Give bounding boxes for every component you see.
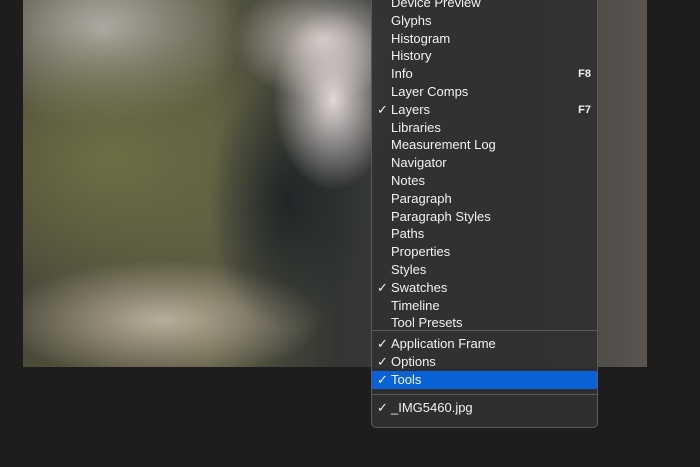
menu-separator [372,330,597,331]
menu-item-paragraph-styles[interactable]: Paragraph Styles [372,208,597,226]
menu-item-info[interactable]: Info F8 [372,65,597,83]
shortcut-label: F7 [578,103,591,116]
menu-item-label: Application Frame [391,336,496,351]
menu-item-label: Glyphs [391,12,432,28]
menu-item-label: Swatches [391,279,448,295]
menu-item-notes[interactable]: Notes [372,172,597,190]
menu-item-label: Paragraph [391,190,452,206]
menu-item-label: Paths [391,226,425,242]
menu-item-label: Navigator [391,155,447,171]
menu-item-navigator[interactable]: Navigator [372,154,597,172]
menu-item-label: Styles [391,262,427,277]
menu-item-img5460-jpg[interactable]: ✓ _IMG5460.jpg [372,399,597,417]
menu-item-label: Libraries [391,119,441,135]
checkmark-icon: ✓ [377,279,388,295]
menu-item-label: Notes [391,173,425,188]
checkmark-icon: ✓ [377,353,388,369]
menu-item-histogram[interactable]: Histogram [372,30,597,48]
menu-item-tools[interactable]: ✓ Tools [372,370,597,389]
menu-item-label: Paragraph Styles [391,208,491,224]
menu-item-label: Histogram [391,30,451,46]
menu-item-glyphs[interactable]: Glyphs [372,12,597,30]
menu-item-swatches[interactable]: ✓ Swatches [372,279,597,297]
menu-item-libraries[interactable]: Libraries [372,119,597,137]
shortcut-label: F8 [578,68,591,81]
menu-item-label: Layers [391,101,431,117]
menu-item-history[interactable]: History [372,47,597,65]
menu-item-paragraph[interactable]: Paragraph [372,190,597,208]
menu-item-label: Layer Comps [391,84,469,99]
menu-item-properties[interactable]: Properties [372,243,597,261]
checkmark-icon: ✓ [377,101,388,117]
menu-item-measurement-log[interactable]: Measurement Log [372,136,597,154]
menu-item-label: _IMG5460.jpg [391,400,473,415]
menu-item-label: Measurement Log [391,137,496,153]
menu-item-options[interactable]: ✓ Options [372,353,597,371]
checkmark-icon: ✓ [377,400,388,415]
menu-item-timeline[interactable]: Timeline [372,297,597,315]
menu-item-styles[interactable]: Styles [372,261,597,279]
menu-separator [372,394,597,395]
checkmark-icon: ✓ [377,371,388,387]
menu-item-label: History [391,48,432,64]
menu-item-label: Properties [391,244,451,260]
menu-item-layer-comps[interactable]: Layer Comps [372,83,597,101]
window-menu: Device Preview Glyphs Histogram History Info… [371,0,598,428]
menu-item-application-frame[interactable]: ✓ Application Frame [372,335,597,353]
menu-item-label: Device Preview [391,0,481,10]
menu-item-label: Tools [391,371,422,387]
menu-item-layers[interactable]: ✓ Layers F7 [372,101,597,119]
menu-item-paths[interactable]: Paths [372,225,597,243]
checkmark-icon: ✓ [377,336,388,351]
menu-item-label: Info [391,66,413,82]
menu-item-device-preview[interactable]: Device Preview [372,0,597,12]
menu-item-label: Timeline [391,297,440,313]
menu-item-label: Options [391,353,436,369]
